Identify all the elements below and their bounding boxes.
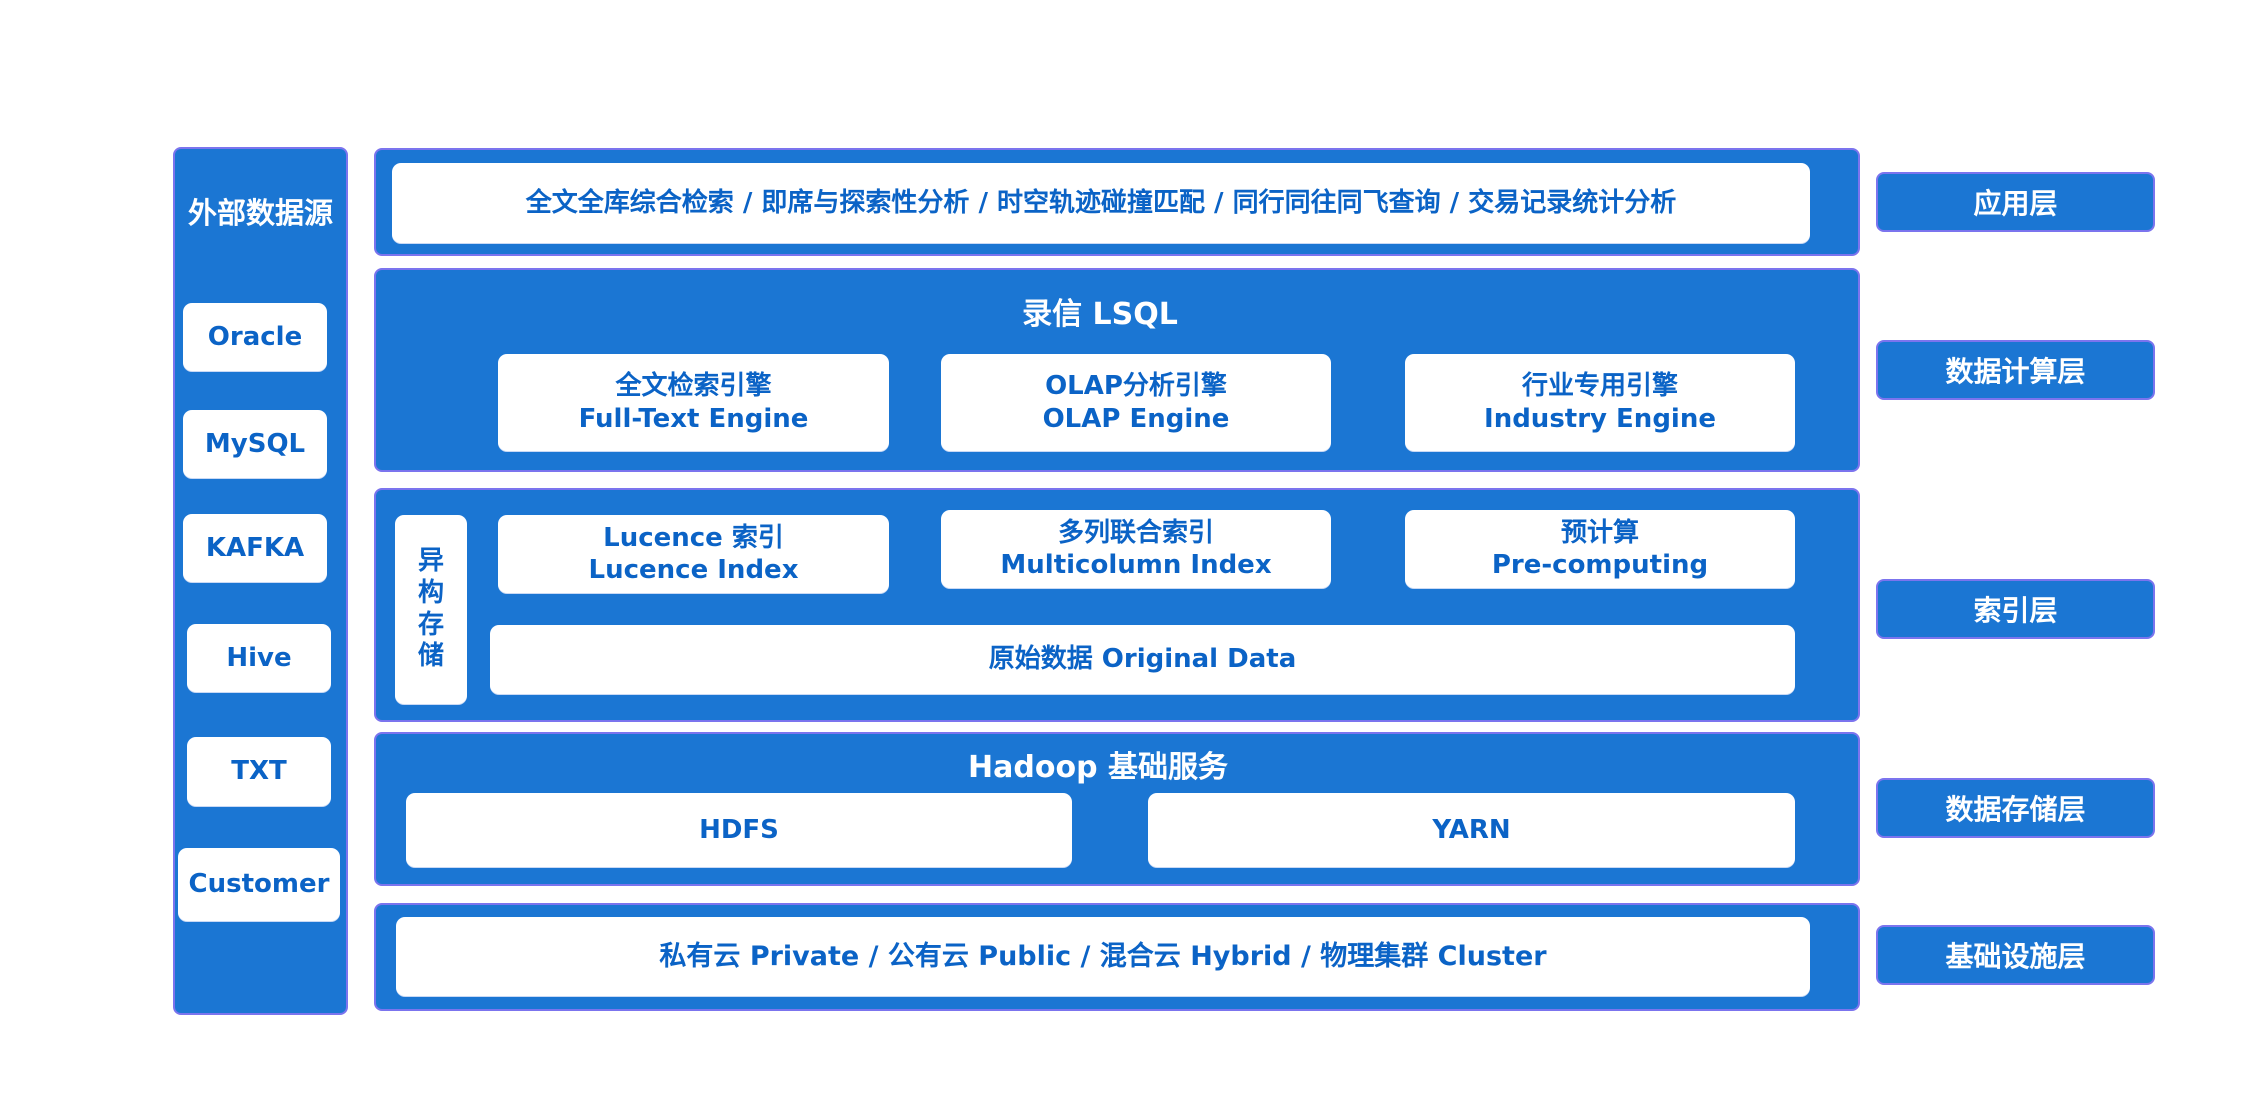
engine-zh: 全文检索引擎 bbox=[615, 371, 772, 401]
layer-label: 基础设施层 bbox=[1945, 940, 2086, 973]
source-label: MySQL bbox=[204, 428, 306, 459]
layer-label: 数据计算层 bbox=[1945, 355, 2086, 388]
layer-label: 索引层 bbox=[1973, 594, 2058, 627]
layer-label: 应用层 bbox=[1973, 187, 2058, 220]
source-label: KAFKA bbox=[205, 532, 305, 563]
storage-hdfs[interactable]: HDFS bbox=[406, 793, 1072, 867]
engine-zh: OLAP分析引擎 bbox=[1045, 371, 1227, 401]
index-en: Lucence Index bbox=[588, 555, 799, 585]
engine-en: Full-Text Engine bbox=[578, 403, 809, 434]
engine-olap[interactable]: OLAP分析引擎 OLAP Engine bbox=[941, 354, 1331, 451]
index-en: Pre-computing bbox=[1491, 550, 1709, 580]
layer-storage: 数据存储层 bbox=[1876, 778, 2155, 838]
storage-label: YARN bbox=[1432, 814, 1511, 845]
index-en: Multicolumn Index bbox=[1000, 550, 1272, 580]
original-data[interactable]: 原始数据 Original Data bbox=[490, 625, 1795, 694]
application-text: 全文全库综合检索 / 即席与探索性分析 / 时空轨迹碰撞匹配 / 同行同往同飞查… bbox=[525, 187, 1677, 218]
layer-index: 索引层 bbox=[1876, 579, 2155, 639]
source-label: Hive bbox=[226, 642, 292, 673]
source-label: TXT bbox=[231, 756, 287, 787]
external-sources-title: 外部数据源 bbox=[187, 196, 333, 230]
layer-compute: 数据计算层 bbox=[1876, 340, 2155, 400]
layer-application: 应用层 bbox=[1876, 172, 2155, 232]
side-char: 存 bbox=[417, 609, 444, 640]
source-hive[interactable]: Hive bbox=[187, 624, 331, 692]
source-label: Oracle bbox=[207, 321, 303, 352]
engine-industry[interactable]: 行业专用引擎 Industry Engine bbox=[1405, 354, 1795, 451]
source-label: Customer bbox=[188, 869, 330, 900]
storage-yarn[interactable]: YARN bbox=[1148, 793, 1795, 867]
index-lucence[interactable]: Lucence 索引 Lucence Index bbox=[498, 515, 889, 593]
storage-label: HDFS bbox=[699, 814, 779, 845]
engine-en: Industry Engine bbox=[1484, 403, 1716, 434]
infrastructure-card[interactable]: 私有云 Private / 公有云 Public / 混合云 Hybrid / … bbox=[396, 917, 1810, 996]
index-zh: 预计算 bbox=[1560, 517, 1639, 548]
side-char: 异 bbox=[417, 545, 444, 576]
source-txt[interactable]: TXT bbox=[187, 737, 331, 806]
original-data-label: 原始数据 Original Data bbox=[988, 644, 1297, 675]
source-oracle[interactable]: Oracle bbox=[183, 303, 327, 371]
application-card[interactable]: 全文全库综合检索 / 即席与探索性分析 / 时空轨迹碰撞匹配 / 同行同往同飞查… bbox=[392, 163, 1810, 243]
index-multicolumn[interactable]: 多列联合索引 Multicolumn Index bbox=[941, 510, 1331, 588]
storage-title: Hadoop 基础服务 bbox=[968, 750, 1228, 785]
engine-en: OLAP Engine bbox=[1042, 403, 1230, 434]
layer-label: 数据存储层 bbox=[1945, 793, 2086, 826]
compute-title: 录信 LSQL bbox=[1022, 297, 1178, 332]
source-kafka[interactable]: KAFKA bbox=[183, 514, 327, 582]
source-customer[interactable]: Customer bbox=[178, 848, 340, 921]
engine-zh: 行业专用引擎 bbox=[1521, 371, 1678, 401]
heterogeneous-storage-label: 异 构 存 储 bbox=[395, 515, 467, 704]
infrastructure-text: 私有云 Private / 公有云 Public / 混合云 Hybrid / … bbox=[659, 940, 1547, 972]
source-mysql[interactable]: MySQL bbox=[183, 410, 327, 478]
side-char: 构 bbox=[417, 577, 444, 608]
index-precomputing[interactable]: 预计算 Pre-computing bbox=[1405, 510, 1795, 588]
index-zh: Lucence 索引 bbox=[603, 522, 784, 553]
index-zh: 多列联合索引 bbox=[1057, 517, 1214, 548]
engine-fulltext[interactable]: 全文检索引擎 Full-Text Engine bbox=[498, 354, 889, 451]
layer-infrastructure: 基础设施层 bbox=[1876, 925, 2155, 985]
side-char: 储 bbox=[417, 641, 444, 672]
